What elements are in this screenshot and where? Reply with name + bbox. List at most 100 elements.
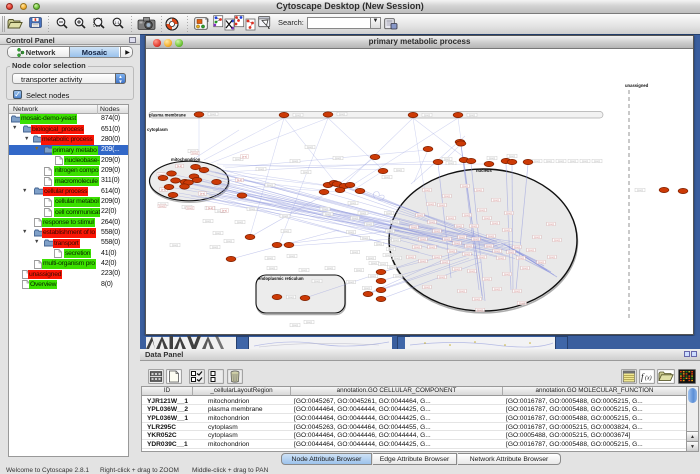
svg-text:(x-x): (x-x)	[479, 255, 484, 259]
svg-text:(x-x): (x-x)	[479, 208, 484, 212]
svg-text:(x-x): (x-x)	[424, 113, 429, 117]
svg-text:(x-x): (x-x)	[498, 256, 503, 260]
svg-text:(x-x): (x-x)	[348, 230, 353, 234]
svg-text:(x-x): (x-x)	[439, 203, 444, 207]
svg-text:(x-x): (x-x)	[506, 211, 511, 215]
svg-text:(x-x): (x-x)	[295, 113, 300, 117]
svg-text:(x-x): (x-x)	[444, 237, 449, 241]
svg-text:(x-x): (x-x)	[306, 320, 311, 324]
svg-text:(x-x): (x-x)	[471, 224, 476, 228]
svg-text:(x-x): (x-x)	[389, 265, 394, 269]
svg-text:(x-x): (x-x)	[429, 220, 434, 224]
svg-text:(x-x): (x-x)	[386, 211, 391, 215]
svg-text:(x-x): (x-x)	[325, 212, 330, 216]
svg-text:(x-x): (x-x)	[384, 175, 389, 179]
svg-text:(x-x): (x-x)	[466, 244, 471, 248]
svg-text:(x-x): (x-x)	[368, 256, 373, 260]
svg-text:(x-x): (x-x)	[187, 206, 192, 210]
svg-text:(x-x): (x-x)	[267, 183, 272, 187]
svg-text:(x-x): (x-x)	[420, 237, 425, 241]
svg-text:(x-x): (x-x)	[370, 274, 375, 278]
svg-text:(x-x): (x-x)	[428, 202, 433, 206]
svg-text:(x-x): (x-x)	[462, 184, 467, 188]
svg-text:(x-x): (x-x)	[242, 155, 247, 159]
svg-text:(x-x): (x-x)	[388, 247, 393, 251]
svg-text:(x-x): (x-x)	[362, 236, 367, 240]
svg-text:endoplasmic reticulum: endoplasmic reticulum	[258, 276, 304, 281]
svg-text:(x-x): (x-x)	[237, 178, 242, 182]
svg-text:(x-x): (x-x)	[459, 235, 464, 239]
svg-text:(x-x): (x-x)	[322, 207, 327, 211]
svg-text:(x-x): (x-x)	[414, 245, 419, 249]
svg-text:(x-x): (x-x)	[269, 266, 274, 270]
svg-text:(x-x): (x-x)	[484, 216, 489, 220]
svg-text:(x-x): (x-x)	[376, 242, 381, 246]
svg-text:(x-x): (x-x)	[394, 256, 399, 260]
svg-text:(x-x): (x-x)	[292, 323, 297, 327]
svg-text:(x-x): (x-x)	[554, 238, 559, 242]
svg-text:(x-x): (x-x)	[339, 112, 344, 116]
svg-text:(x-x): (x-x)	[493, 198, 498, 202]
svg-text:(x-x): (x-x)	[474, 297, 479, 301]
svg-text:(x-x): (x-x)	[469, 113, 474, 117]
svg-text:(x-x): (x-x)	[408, 255, 413, 259]
svg-text:(x-x): (x-x)	[464, 213, 469, 217]
svg-text:(x-x): (x-x)	[476, 188, 481, 192]
svg-text:(x-x): (x-x)	[454, 241, 459, 245]
svg-text:(x-x): (x-x)	[364, 286, 369, 290]
svg-text:(x-x): (x-x)	[237, 220, 242, 224]
svg-text:(x-x): (x-x)	[258, 167, 263, 171]
svg-text:(x-x): (x-x)	[546, 159, 551, 163]
svg-text:(x-x): (x-x)	[396, 168, 401, 172]
svg-text:(x-x): (x-x)	[392, 220, 397, 224]
svg-text:(x-x): (x-x)	[509, 154, 514, 158]
svg-text:(x-x): (x-x)	[469, 269, 474, 273]
svg-text:(x-x): (x-x)	[594, 159, 599, 163]
svg-text:(x-x): (x-x)	[417, 213, 422, 217]
svg-text:(x-x): (x-x)	[538, 260, 543, 264]
svg-text:nucleus: nucleus	[476, 168, 492, 173]
svg-text:(x-x): (x-x)	[292, 159, 297, 163]
svg-text:(x-x): (x-x)	[504, 272, 509, 276]
svg-text:(x-x): (x-x)	[385, 253, 390, 257]
svg-text:(x-x): (x-x)	[212, 245, 217, 249]
svg-text:(x-x): (x-x)	[488, 234, 493, 238]
svg-text:(x-x): (x-x)	[534, 235, 539, 239]
svg-text:(x-x): (x-x)	[215, 231, 220, 235]
svg-text:(x-x): (x-x)	[486, 244, 491, 248]
svg-text:(x-x): (x-x)	[548, 222, 553, 226]
svg-text:(x-x): (x-x)	[449, 249, 454, 253]
svg-text:(x-x): (x-x)	[448, 161, 453, 165]
svg-text:(x-x): (x-x)	[477, 308, 482, 312]
svg-text:(x-x): (x-x)	[484, 277, 489, 281]
svg-text:(x-x): (x-x)	[352, 216, 357, 220]
svg-text:(x-x): (x-x)	[519, 301, 524, 305]
svg-text:(x-x): (x-x)	[301, 268, 306, 272]
svg-text:(x-x): (x-x)	[387, 229, 392, 233]
svg-text:1:1: 1:1	[114, 19, 120, 24]
svg-text:(x-x): (x-x)	[327, 266, 332, 270]
svg-text:(x-x): (x-x)	[582, 159, 587, 163]
svg-text:(x-x): (x-x)	[366, 222, 371, 226]
svg-text:(x-x): (x-x)	[350, 201, 355, 205]
svg-text:(x-x): (x-x)	[534, 159, 539, 163]
svg-text:(x-x): (x-x)	[444, 157, 449, 161]
svg-text:(x-x): (x-x)	[424, 285, 429, 289]
svg-text:(x-x): (x-x)	[429, 245, 434, 249]
svg-text:(x-x): (x-x)	[448, 216, 453, 220]
svg-text:(x-x): (x-x)	[303, 170, 308, 174]
svg-text:(x-x): (x-x)	[177, 164, 182, 168]
svg-text:(x-x): (x-x)	[637, 188, 642, 192]
svg-text:(x-x): (x-x)	[508, 250, 513, 254]
svg-text:(x-x): (x-x)	[348, 280, 353, 284]
svg-text:(x-x): (x-x)	[205, 219, 210, 223]
svg-text:(x-x): (x-x)	[420, 259, 425, 263]
svg-text:(x-x): (x-x)	[494, 287, 499, 291]
svg-text:(x-x): (x-x)	[454, 267, 459, 271]
svg-text:(x-x): (x-x)	[411, 225, 416, 229]
svg-text:(x-x): (x-x)	[489, 156, 494, 160]
svg-text:(x-x): (x-x)	[172, 243, 177, 247]
svg-text:cytoplasm: cytoplasm	[147, 127, 168, 132]
svg-text:(x-x): (x-x)	[282, 214, 287, 218]
svg-text:(x-x): (x-x)	[210, 112, 215, 116]
